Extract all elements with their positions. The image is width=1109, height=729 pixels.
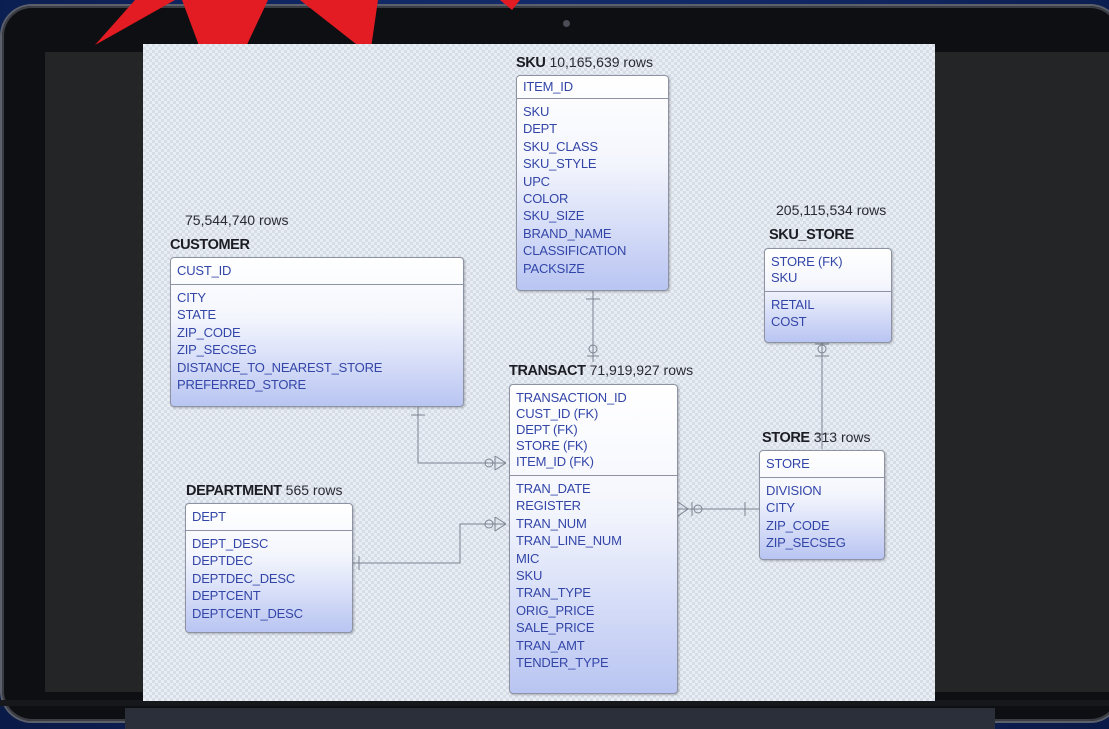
field: PREFERRED_STORE — [177, 377, 306, 393]
pk-field: DEPT — [192, 509, 226, 524]
laptop-hinge — [125, 708, 995, 729]
primary-key-section: ITEM_ID — [517, 76, 668, 99]
field: SKU_SIZE — [523, 208, 585, 224]
field: ZIP_SECSEG — [766, 535, 846, 551]
primary-key-section: TRANSACTION_ID CUST_ID (FK) DEPT (FK) ST… — [510, 385, 677, 476]
field: COST — [771, 314, 807, 330]
entity-name: DEPARTMENT — [186, 483, 282, 499]
attribute-section: DIVISION CITY ZIP_CODE ZIP_SECSEG — [760, 478, 884, 556]
primary-key-section: CUST_ID — [171, 258, 463, 285]
field: ORIG_PRICE — [516, 602, 595, 618]
pk-field: CUST_ID — [177, 263, 232, 278]
field: DEPTCENT — [192, 588, 261, 604]
pk-field: STORE — [766, 456, 810, 471]
department-entity: DEPT DEPT_DESC DEPTDEC DEPTDEC_DESC DEPT… — [185, 503, 353, 633]
entity-name: CUSTOMER — [170, 237, 250, 253]
field: TRAN_AMT — [516, 637, 585, 653]
pk-field: DEPT (FK) — [516, 422, 578, 437]
primary-key-section: STORE (FK) SKU — [765, 249, 891, 292]
field: DEPT_DESC — [192, 536, 269, 551]
attribute-section: DEPT_DESC DEPTDEC DEPTDEC_DESC DEPTCENT … — [186, 531, 352, 626]
transact-entity: TRANSACTION_ID CUST_ID (FK) DEPT (FK) ST… — [509, 384, 678, 694]
field: TRAN_NUM — [516, 515, 587, 531]
field: SKU_STYLE — [523, 156, 597, 172]
transact-title: TRANSACT 71,919,927 rows — [509, 362, 693, 379]
entity-name: TRANSACT — [509, 363, 586, 379]
pk-field: SKU — [771, 270, 798, 285]
field: TRAN_DATE — [516, 481, 591, 496]
entity-name: STORE — [762, 430, 810, 446]
sku-store-row-count: 205,115,534 rows — [776, 202, 887, 218]
customer-title: CUSTOMER — [170, 237, 250, 253]
customer-entity: CUST_ID CITY STATE ZIP_CODE ZIP_SECSEG D… — [170, 257, 464, 407]
store-title: STORE 313 rows — [762, 429, 871, 446]
field: SKU — [523, 104, 550, 119]
field: DISTANCE_TO_NEAREST_STORE — [177, 359, 383, 375]
field: SKU — [516, 568, 543, 584]
pk-field: STORE (FK) — [771, 254, 843, 269]
row-count: 10,165,639 rows — [549, 54, 653, 70]
pk-field: STORE (FK) — [516, 438, 588, 453]
field: CITY — [177, 290, 206, 305]
sku-store-entity: STORE (FK) SKU RETAIL COST — [764, 248, 892, 343]
field: DEPT — [523, 121, 557, 137]
field: BRAND_NAME — [523, 225, 612, 241]
sku-store-title: SKU_STORE — [769, 227, 854, 243]
attribute-section: CITY STATE ZIP_CODE ZIP_SECSEG DISTANCE_… — [171, 285, 463, 397]
sku-entity: ITEM_ID SKU DEPT SKU_CLASS SKU_STYLE UPC… — [516, 75, 669, 291]
pk-field: ITEM_ID — [523, 79, 573, 94]
primary-key-section: DEPT — [186, 504, 352, 531]
field: ZIP_CODE — [177, 324, 241, 340]
row-count: 565 rows — [285, 482, 343, 498]
field: PACKSIZE — [523, 260, 585, 276]
primary-key-section: STORE — [760, 451, 884, 478]
field: CITY — [766, 500, 795, 516]
field: DEPTCENT_DESC — [192, 605, 303, 621]
field: SKU_CLASS — [523, 138, 598, 154]
field: CLASSIFICATION — [523, 243, 627, 259]
field: TENDER_TYPE — [516, 655, 609, 671]
customer-row-count: 75,544,740 rows — [185, 212, 289, 228]
field: TRAN_LINE_NUM — [516, 533, 622, 549]
entity-name: SKU — [516, 55, 546, 71]
field: ZIP_CODE — [766, 517, 830, 533]
entity-name: SKU_STORE — [769, 227, 854, 243]
er-diagram: SKU 10,165,639 rows ITEM_ID SKU DEPT SKU… — [143, 44, 935, 701]
field: RETAIL — [771, 297, 815, 312]
field: MIC — [516, 550, 540, 566]
pk-field: TRANSACTION_ID — [516, 390, 627, 405]
sku-title: SKU 10,165,639 rows — [516, 54, 653, 71]
field: UPC — [523, 173, 550, 189]
field: STATE — [177, 307, 216, 323]
attribute-section: SKU DEPT SKU_CLASS SKU_STYLE UPC COLOR S… — [517, 99, 668, 281]
attribute-section: RETAIL COST — [765, 292, 891, 335]
field: DEPTDEC_DESC — [192, 570, 296, 586]
pk-field: CUST_ID (FK) — [516, 406, 599, 421]
department-title: DEPARTMENT 565 rows — [186, 482, 342, 499]
row-count: 313 rows — [813, 429, 871, 445]
pk-field: ITEM_ID (FK) — [516, 454, 594, 469]
field: ZIP_SECSEG — [177, 342, 257, 358]
attribute-section: TRAN_DATE REGISTER TRAN_NUM TRAN_LINE_NU… — [510, 476, 677, 675]
field: DEPTDEC — [192, 553, 253, 569]
field: SALE_PRICE — [516, 620, 595, 636]
field: TRAN_TYPE — [516, 585, 591, 601]
store-entity: STORE DIVISION CITY ZIP_CODE ZIP_SECSEG — [759, 450, 885, 560]
row-count: 71,919,927 rows — [589, 362, 694, 378]
field: REGISTER — [516, 498, 581, 514]
field: COLOR — [523, 191, 569, 207]
camera-icon — [563, 20, 570, 27]
field: DIVISION — [766, 483, 822, 498]
